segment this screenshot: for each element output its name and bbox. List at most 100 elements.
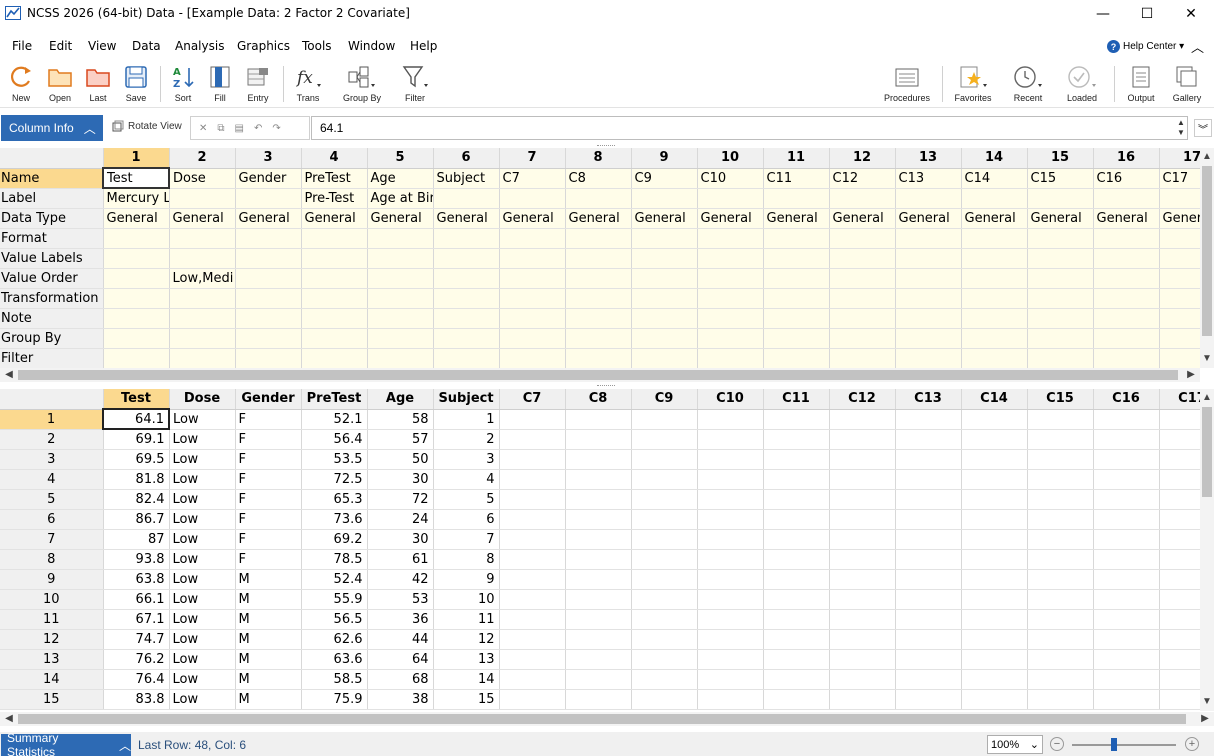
column-info-cell[interactable]: C15 [1027, 168, 1094, 189]
column-info-cell[interactable] [763, 228, 830, 249]
column-info-cell[interactable] [103, 348, 170, 368]
data-cell[interactable]: 74.7 [103, 629, 170, 650]
column-number-header[interactable]: 17 [1159, 148, 1200, 169]
data-cell[interactable] [1093, 669, 1160, 690]
corner-cell[interactable] [0, 148, 104, 169]
maximize-button[interactable]: ☐ [1124, 0, 1170, 28]
data-cell[interactable]: 52.4 [301, 569, 368, 590]
data-cell[interactable] [499, 549, 566, 570]
column-info-cell[interactable] [1159, 248, 1200, 269]
data-cell[interactable] [961, 549, 1028, 570]
data-cell[interactable]: 69.2 [301, 529, 368, 550]
data-cell[interactable]: 87 [103, 529, 170, 550]
column-info-cell[interactable] [499, 348, 566, 368]
data-cell[interactable]: 9 [433, 569, 500, 590]
data-cell[interactable] [697, 469, 764, 490]
data-cell[interactable] [763, 609, 830, 630]
data-cell[interactable] [499, 489, 566, 510]
data-cell[interactable]: 58 [367, 409, 434, 430]
column-info-cell[interactable] [961, 288, 1028, 309]
column-info-cell[interactable] [1027, 348, 1094, 368]
data-cell[interactable] [763, 629, 830, 650]
scroll-thumb[interactable] [18, 370, 1178, 380]
column-info-cell[interactable] [1027, 308, 1094, 329]
column-info-cell[interactable]: Test [102, 167, 170, 189]
data-cell[interactable] [1159, 469, 1200, 490]
column-info-cell[interactable] [631, 188, 698, 209]
column-info-cell[interactable] [829, 248, 896, 269]
column-info-cell[interactable] [499, 188, 566, 209]
column-info-cell[interactable] [565, 248, 632, 269]
data-cell[interactable] [631, 629, 698, 650]
column-header[interactable]: C8 [565, 389, 632, 410]
data-cell[interactable] [631, 469, 698, 490]
data-cell[interactable] [565, 569, 632, 590]
column-number-header[interactable]: 16 [1093, 148, 1160, 169]
data-cell[interactable]: 64.1 [102, 408, 170, 430]
data-cell[interactable]: Low [169, 429, 236, 450]
data-cell[interactable] [631, 589, 698, 610]
data-cell[interactable] [697, 649, 764, 670]
column-info-cell[interactable] [565, 348, 632, 368]
column-info-row-label[interactable]: Value Labels [0, 248, 104, 269]
column-info-cell[interactable] [829, 328, 896, 349]
data-cell[interactable]: 93.8 [103, 549, 170, 570]
scroll-thumb[interactable] [18, 714, 1186, 724]
column-info-cell[interactable] [235, 348, 302, 368]
data-cell[interactable]: M [235, 609, 302, 630]
data-cell[interactable] [895, 449, 962, 470]
row-number-header[interactable]: 6 [0, 509, 104, 530]
menu-help[interactable]: Help [410, 39, 437, 53]
column-info-cell[interactable]: C9 [631, 168, 698, 189]
data-cell[interactable] [895, 669, 962, 690]
data-cell[interactable]: Low [169, 409, 236, 430]
column-info-cell[interactable] [961, 308, 1028, 329]
data-cell[interactable]: 56.5 [301, 609, 368, 630]
data-cell[interactable] [1027, 409, 1094, 430]
column-info-cell[interactable] [895, 288, 962, 309]
column-number-header[interactable]: 5 [367, 148, 434, 169]
data-cell[interactable] [1093, 589, 1160, 610]
data-cell[interactable]: 14 [433, 669, 500, 690]
data-cell[interactable] [829, 589, 896, 610]
data-cell[interactable] [1027, 489, 1094, 510]
data-cell[interactable] [961, 629, 1028, 650]
column-info-cell[interactable]: C14 [961, 168, 1028, 189]
zoom-slider-knob[interactable] [1111, 738, 1117, 751]
formula-expand-button[interactable]: ︾ [1194, 119, 1212, 137]
last-button[interactable]: Last [84, 64, 112, 106]
column-info-cell[interactable] [433, 188, 500, 209]
column-info-cell[interactable] [961, 228, 1028, 249]
column-info-cell[interactable]: Age [367, 168, 434, 189]
column-info-cell[interactable] [1159, 308, 1200, 329]
data-cell[interactable] [631, 509, 698, 530]
scroll-up-icon[interactable]: ▲ [1200, 150, 1214, 164]
output-button[interactable]: Output [1124, 64, 1158, 106]
column-info-cell[interactable] [169, 188, 236, 209]
column-info-row-label[interactable]: Format [0, 228, 104, 249]
column-info-cell[interactable]: General [235, 208, 302, 229]
data-grid-vscroll[interactable]: ▲ ▼ [1200, 389, 1214, 711]
cancel-edit-icon[interactable]: ✕ [199, 123, 207, 134]
data-cell[interactable] [631, 429, 698, 450]
column-header[interactable]: C16 [1093, 389, 1160, 410]
column-info-cell[interactable]: General [433, 208, 500, 229]
copy-icon[interactable]: ⧉ [217, 123, 224, 134]
scroll-right-icon[interactable]: ▶ [1184, 368, 1198, 382]
column-info-cell[interactable] [1159, 288, 1200, 309]
data-cell[interactable] [895, 589, 962, 610]
column-info-cell[interactable]: General [367, 208, 434, 229]
column-info-cell[interactable] [169, 228, 236, 249]
data-cell[interactable] [1093, 509, 1160, 530]
column-info-cell[interactable] [103, 328, 170, 349]
column-info-cell[interactable]: C17 [1159, 168, 1200, 189]
data-cell[interactable] [697, 589, 764, 610]
value-spinner[interactable]: ▲ ▼ [1175, 118, 1187, 138]
column-info-cell[interactable] [433, 308, 500, 329]
row-number-header[interactable]: 13 [0, 649, 104, 670]
column-info-cell[interactable] [301, 268, 368, 289]
column-info-cell[interactable] [301, 288, 368, 309]
data-cell[interactable] [1093, 569, 1160, 590]
data-cell[interactable]: 76.4 [103, 669, 170, 690]
column-header[interactable]: C11 [763, 389, 830, 410]
